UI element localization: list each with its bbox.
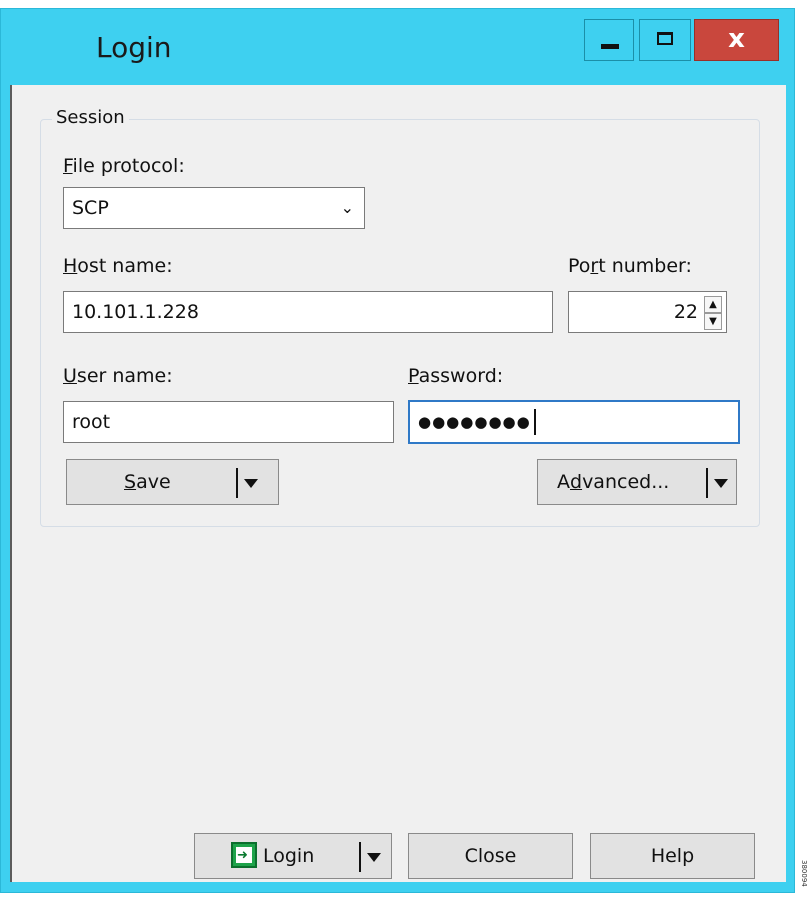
- close-window-button[interactable]: x: [694, 19, 779, 61]
- file-protocol-select[interactable]: SCP ⌄: [63, 187, 365, 229]
- password-input[interactable]: ●●●●●●●●: [408, 400, 740, 444]
- login-button[interactable]: ➜ Login: [194, 833, 392, 879]
- file-protocol-label: File protocol:: [63, 155, 185, 177]
- close-icon: x: [728, 24, 745, 54]
- minimize-icon: [601, 44, 619, 49]
- split-divider: [359, 842, 361, 872]
- help-button-label: Help: [650, 845, 695, 867]
- spin-down-icon[interactable]: ▼: [704, 313, 722, 330]
- host-name-label: Host name:: [63, 255, 173, 277]
- close-button[interactable]: Close: [408, 833, 573, 879]
- help-button[interactable]: Help: [590, 833, 755, 879]
- spin-up-icon[interactable]: ▲: [704, 296, 722, 313]
- save-button-label: Save: [124, 471, 171, 493]
- maximize-button[interactable]: [639, 19, 691, 61]
- file-protocol-value: SCP: [72, 197, 109, 219]
- chevron-down-icon: ⌄: [340, 198, 354, 217]
- split-divider: [706, 468, 708, 498]
- host-name-input[interactable]: 10.101.1.228: [63, 291, 553, 333]
- text-caret: [533, 409, 536, 435]
- password-value: ●●●●●●●●: [418, 413, 531, 431]
- chevron-down-icon[interactable]: [244, 479, 258, 488]
- login-button-label: Login: [263, 845, 315, 867]
- session-legend: Session: [52, 107, 129, 128]
- login-icon: ➜: [231, 842, 257, 868]
- chevron-down-icon[interactable]: [714, 479, 728, 488]
- maximize-icon: [657, 32, 673, 45]
- dialog-body: Session File protocol: SCP ⌄ Host name: …: [10, 85, 786, 882]
- advanced-button[interactable]: Ad vanced...: [537, 459, 737, 505]
- chevron-down-icon[interactable]: [367, 853, 381, 862]
- user-name-input[interactable]: root: [63, 401, 394, 443]
- password-label: Password:: [408, 365, 504, 387]
- figure-id-watermark: 380094: [800, 860, 808, 887]
- save-button[interactable]: Save: [66, 459, 279, 505]
- close-button-label: Close: [464, 845, 517, 867]
- port-number-input[interactable]: 22 ▲ ▼: [568, 291, 727, 333]
- user-name-label: User name:: [63, 365, 173, 387]
- minimize-button[interactable]: [584, 19, 634, 61]
- host-name-value: 10.101.1.228: [72, 301, 199, 323]
- login-window: Login x Session File protocol: SCP ⌄ Hos…: [0, 8, 795, 893]
- port-number-label: Port number:: [568, 255, 692, 277]
- port-number-value: 22: [673, 301, 698, 323]
- window-title: Login: [96, 31, 172, 64]
- login-arrow-icon: ➜: [237, 848, 248, 863]
- advanced-button-label: Ad vanced...: [557, 471, 670, 493]
- port-spinner[interactable]: ▲ ▼: [704, 296, 722, 332]
- split-divider: [236, 468, 238, 498]
- title-bar[interactable]: Login x: [1, 9, 794, 85]
- user-name-value: root: [72, 411, 111, 433]
